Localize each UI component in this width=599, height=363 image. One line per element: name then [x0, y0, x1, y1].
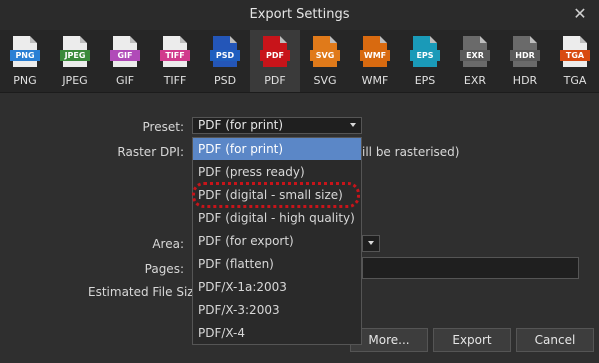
format-svg[interactable]: SVG SVG: [300, 30, 350, 92]
preset-label: Preset:: [142, 120, 184, 134]
annotation-highlight: [192, 182, 360, 208]
jpeg-file-icon: JPEG: [60, 36, 90, 67]
preset-dropdown: PDF (for print) PDF (press ready) PDF (d…: [192, 137, 362, 345]
area-select[interactable]: [362, 235, 380, 252]
preset-option[interactable]: PDF/X-4: [193, 322, 361, 344]
format-label: JPEG: [62, 74, 88, 87]
window-title: Export Settings: [249, 7, 350, 22]
preset-option[interactable]: PDF (press ready): [193, 161, 361, 183]
chevron-down-icon: [350, 123, 356, 127]
preset-select[interactable]: PDF (for print): [192, 117, 362, 134]
exr-file-icon: EXR: [460, 36, 490, 67]
preset-option[interactable]: PDF/X-1a:2003: [193, 276, 361, 298]
format-label: TIFF: [163, 74, 187, 87]
pdf-file-icon: PDF: [260, 36, 290, 67]
tga-file-icon: TGA: [560, 36, 590, 67]
preset-option[interactable]: PDF (for export): [193, 230, 361, 252]
format-gif[interactable]: GIF GIF: [100, 30, 150, 92]
format-label: PNG: [13, 74, 37, 87]
hdr-file-icon: HDR: [510, 36, 540, 67]
raster-note: ill be rasterised): [362, 145, 460, 159]
format-label: EPS: [414, 74, 436, 87]
format-tiff[interactable]: TIFF TIFF: [150, 30, 200, 92]
tiff-file-icon: TIFF: [160, 36, 190, 67]
preset-option[interactable]: PDF/X-3:2003: [193, 299, 361, 321]
png-file-icon: PNG: [10, 36, 40, 67]
format-exr[interactable]: EXR EXR: [450, 30, 500, 92]
format-label: GIF: [115, 74, 135, 87]
format-label: HDR: [512, 74, 538, 87]
preset-value: PDF (for print): [198, 118, 284, 132]
format-wmf[interactable]: WMF WMF: [350, 30, 400, 92]
format-tga[interactable]: TGA TGA: [550, 30, 599, 92]
preset-option[interactable]: PDF (for print): [193, 138, 361, 160]
format-hdr[interactable]: HDR HDR: [500, 30, 550, 92]
title-bar: Export Settings ✕: [0, 0, 599, 30]
pages-input[interactable]: [362, 257, 579, 279]
format-label: PDF: [264, 74, 286, 87]
eps-file-icon: EPS: [410, 36, 440, 67]
format-label: EXR: [463, 74, 487, 87]
wmf-file-icon: WMF: [360, 36, 390, 67]
format-label: WMF: [361, 74, 389, 87]
area-label: Area:: [152, 237, 184, 251]
format-png[interactable]: PNG PNG: [0, 30, 50, 92]
chevron-down-icon: [368, 241, 374, 245]
raster-dpi-label: Raster DPI:: [117, 145, 184, 159]
format-bar: PNG PNG JPEG JPEG GIF GIF TIFF TIFF PSD …: [0, 30, 599, 93]
svg-file-icon: SVG: [310, 36, 340, 67]
preset-option[interactable]: PDF (digital - high quality): [193, 207, 361, 229]
format-label: TGA: [563, 74, 587, 87]
format-eps[interactable]: EPS EPS: [400, 30, 450, 92]
cancel-button[interactable]: Cancel: [516, 328, 594, 352]
format-label: SVG: [313, 74, 337, 87]
pages-label: Pages:: [144, 262, 184, 276]
gif-file-icon: GIF: [110, 36, 140, 67]
psd-file-icon: PSD: [210, 36, 240, 67]
close-icon[interactable]: ✕: [571, 5, 589, 23]
preset-option[interactable]: PDF (flatten): [193, 253, 361, 275]
export-button[interactable]: Export: [433, 328, 511, 352]
format-psd[interactable]: PSD PSD: [200, 30, 250, 92]
format-jpeg[interactable]: JPEG JPEG: [50, 30, 100, 92]
format-pdf[interactable]: PDF PDF: [250, 30, 300, 92]
format-label: PSD: [213, 74, 237, 87]
